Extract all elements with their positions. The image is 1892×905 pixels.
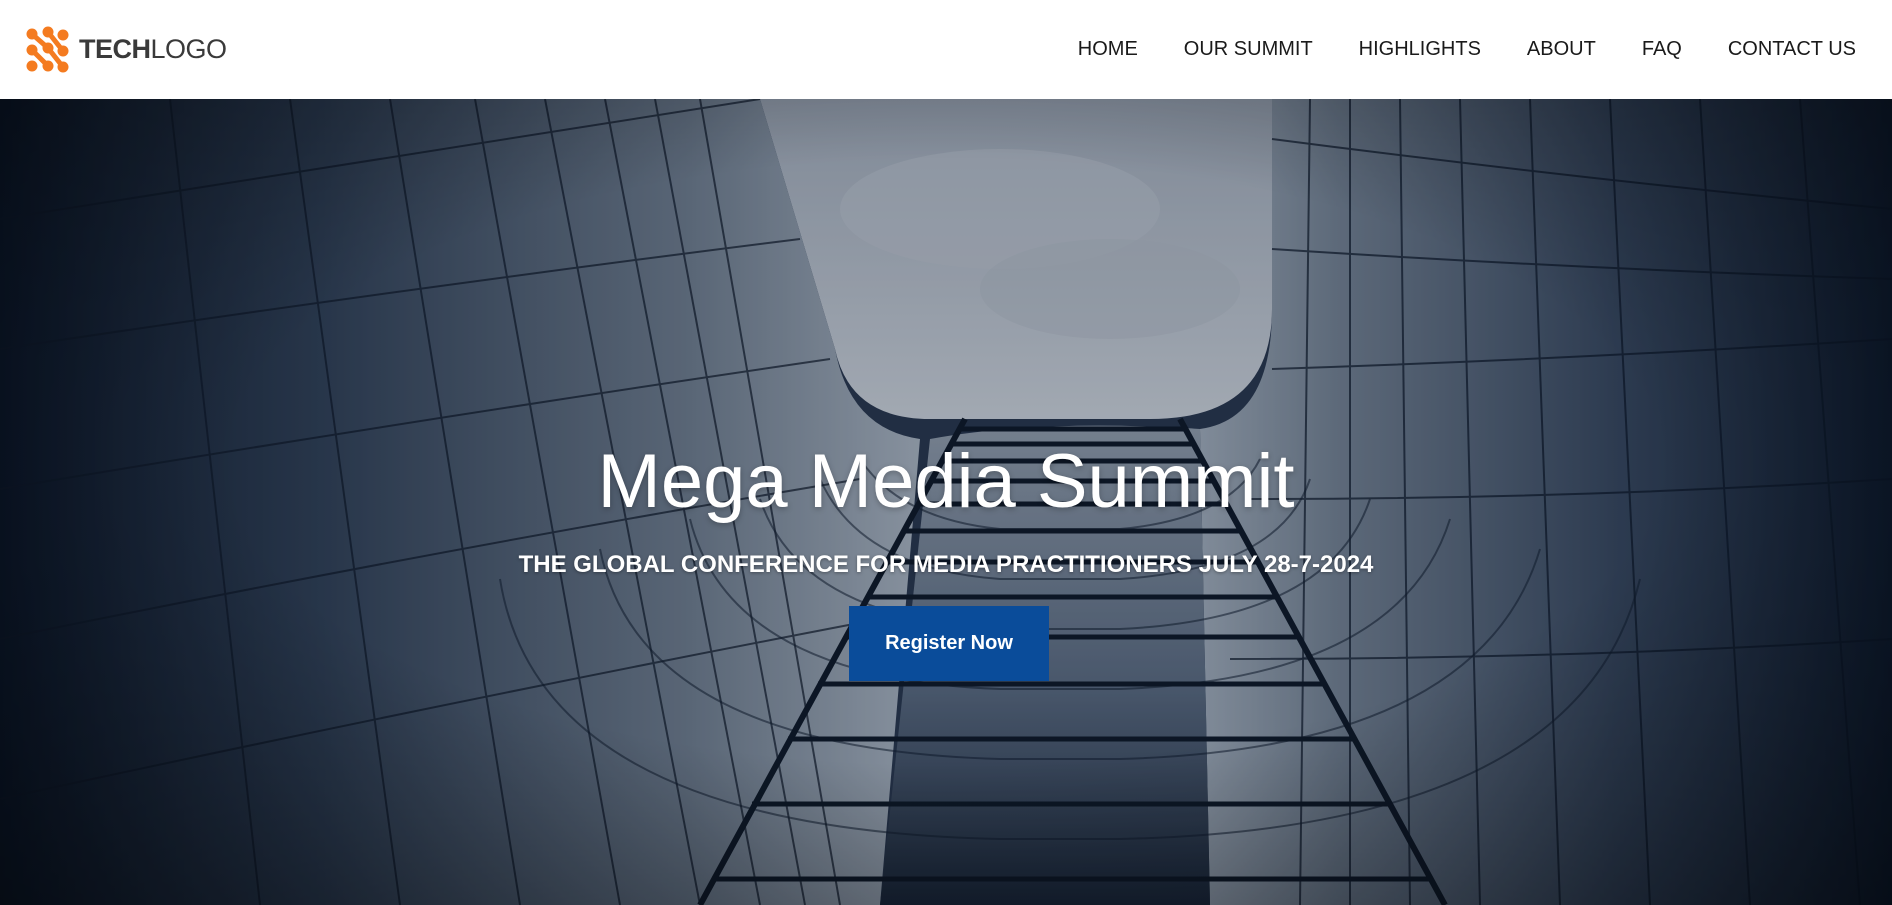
navbar: TECHLOGO HOME OUR SUMMIT HIGHLIGHTS ABOU… (0, 0, 1892, 99)
hero-section: Mega Media Summit THE GLOBAL CONFERENCE … (0, 99, 1892, 905)
hero-subtitle: THE GLOBAL CONFERENCE FOR MEDIA PRACTITI… (518, 551, 1374, 578)
register-now-button[interactable]: Register Now (849, 606, 1049, 681)
main-nav: HOME OUR SUMMIT HIGHLIGHTS ABOUT FAQ CON… (1078, 38, 1856, 61)
logo-text: TECHLOGO (79, 34, 227, 65)
logo-text-light: LOGO (150, 34, 228, 64)
nav-faq[interactable]: FAQ (1642, 38, 1682, 61)
nav-home[interactable]: HOME (1078, 38, 1138, 61)
hero-title: Mega Media Summit (597, 439, 1295, 524)
nav-about[interactable]: ABOUT (1527, 38, 1596, 61)
logo-mark-icon (26, 26, 69, 72)
nav-our-summit[interactable]: OUR SUMMIT (1184, 38, 1313, 61)
nav-contact-us[interactable]: CONTACT US (1728, 38, 1856, 61)
nav-highlights[interactable]: HIGHLIGHTS (1359, 38, 1481, 61)
hero-content: Mega Media Summit THE GLOBAL CONFERENCE … (0, 99, 1892, 905)
logo[interactable]: TECHLOGO (24, 26, 227, 74)
logo-text-bold: TECH (79, 34, 151, 64)
